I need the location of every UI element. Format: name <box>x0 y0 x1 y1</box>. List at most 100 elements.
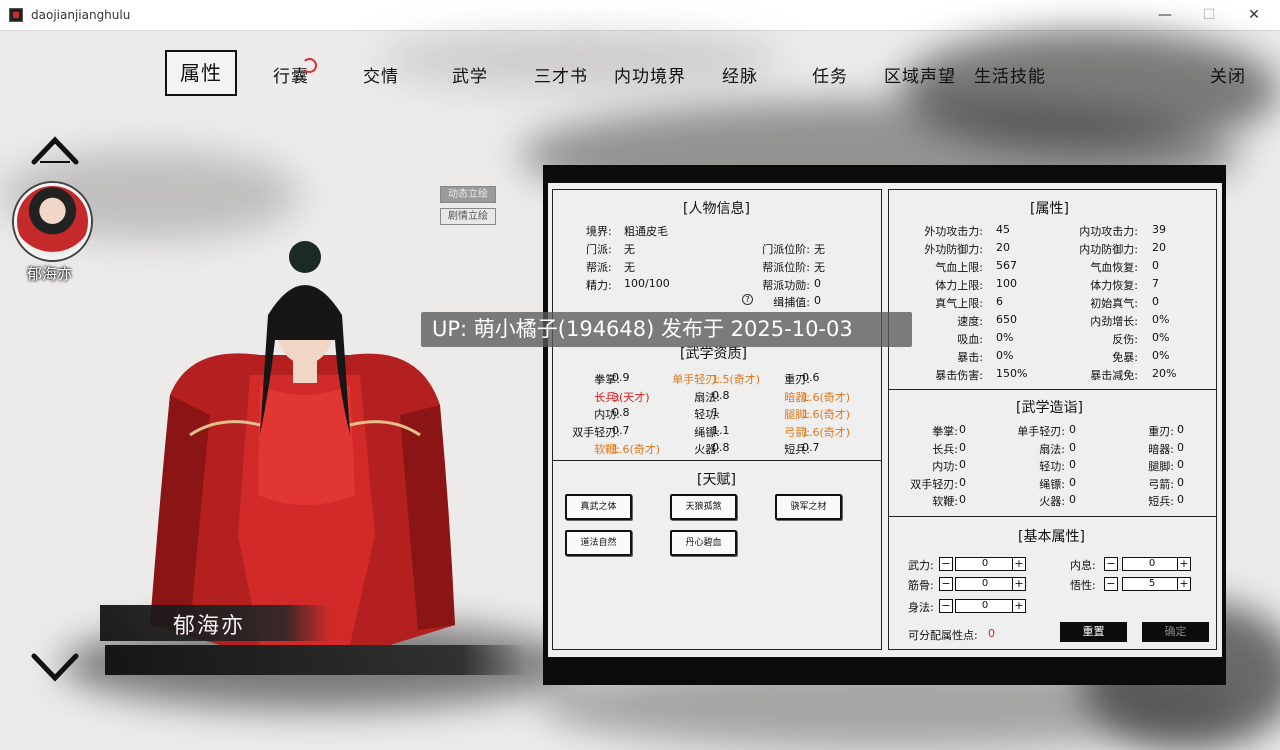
new-indicator-icon <box>302 58 317 73</box>
confirm-button[interactable]: 确定 <box>1142 622 1209 642</box>
base-title: [基本属性] <box>1018 529 1085 545</box>
divider <box>552 460 882 461</box>
attr-label: 暴击: <box>957 351 983 364</box>
aptitude-value: 0.6 <box>802 371 820 384</box>
attr-value: 100 <box>996 277 1017 290</box>
avatar-name: 郁海亦 <box>27 265 73 283</box>
shenfa-minus-button[interactable]: − <box>939 599 953 613</box>
aptitude-label: 腿脚: <box>784 408 810 422</box>
wuli-plus-button[interactable]: + <box>1012 557 1026 571</box>
aptitude-value: 0.7 <box>802 441 820 455</box>
mastery-label: 内功: <box>932 460 958 473</box>
neixi-value: 0 <box>1122 557 1182 571</box>
attr-label: 外功攻击力: <box>924 225 983 238</box>
minimize-button[interactable]: — <box>1154 5 1176 25</box>
avatar[interactable] <box>14 183 91 260</box>
aptitude-label: 短兵: <box>784 443 810 457</box>
tab-inner-realm[interactable]: 内功境界 <box>614 62 686 87</box>
aptitude-value: 1 <box>712 406 719 420</box>
shenfa-plus-button[interactable]: + <box>1012 599 1026 613</box>
attr-label: 内功攻击力: <box>1079 225 1138 238</box>
wuxing-plus-button[interactable]: + <box>1177 577 1191 591</box>
close-button[interactable]: 关闭 <box>1210 62 1246 87</box>
tab-attributes[interactable]: 属性 <box>165 50 237 96</box>
wuxing-minus-button[interactable]: − <box>1104 577 1118 591</box>
tab-meridians[interactable]: 经脉 <box>722 62 758 87</box>
aptitude-value: 1.6(奇才) <box>802 425 851 439</box>
mastery-value: 0 <box>959 493 966 506</box>
attr-value: 650 <box>996 313 1017 326</box>
reset-button[interactable]: 重置 <box>1060 622 1127 642</box>
aptitude-label: 重刃: <box>784 373 810 386</box>
talent-item[interactable]: 骁军之材 <box>775 494 842 520</box>
info-value: 0 <box>814 277 821 290</box>
talent-item[interactable]: 丹心碧血 <box>670 530 737 556</box>
tab-life-skills[interactable]: 生活技能 <box>974 62 1046 87</box>
aptitude-value: 1.6(奇才) <box>802 390 851 404</box>
divider <box>888 516 1217 517</box>
mastery-value: 0 <box>959 440 966 454</box>
aptitude-label: 长兵: <box>594 390 620 404</box>
tab-sancai-book[interactable]: 三才书 <box>534 62 588 87</box>
chevron-down-icon[interactable] <box>30 650 80 684</box>
mastery-label: 扇法: <box>1039 442 1065 456</box>
neixi-plus-button[interactable]: + <box>1177 557 1191 571</box>
aptitude-value: 0.7 <box>612 423 630 437</box>
neixi-minus-button[interactable]: − <box>1104 557 1118 571</box>
talent-item[interactable]: 天狼孤煞 <box>670 494 737 520</box>
chevron-up-icon[interactable] <box>30 134 80 168</box>
info-value: 无 <box>624 243 635 256</box>
aptitude-label: 火器: <box>694 443 720 457</box>
info-title: [人物信息] <box>683 201 750 217</box>
aptitude-value: 0.9 <box>612 371 630 384</box>
attr-value: 150% <box>996 367 1028 380</box>
jingu-minus-button[interactable]: − <box>939 577 953 591</box>
mastery-label: 暗器: <box>1148 442 1174 456</box>
mastery-value: 0 <box>1177 475 1184 489</box>
window-close-button[interactable]: ✕ <box>1243 5 1265 25</box>
mastery-title: [武学造诣] <box>1016 400 1083 416</box>
mastery-value: 0 <box>1177 423 1184 436</box>
talent-item[interactable]: 真武之体 <box>565 494 632 520</box>
info-label: 帮派: <box>586 261 612 274</box>
info-label: 境界: <box>586 225 612 238</box>
attr-label: 内劲增长: <box>1090 315 1138 328</box>
wuli-minus-button[interactable]: − <box>939 557 953 571</box>
attr-value: 0% <box>1152 331 1170 344</box>
mastery-value: 0 <box>959 475 966 489</box>
attr-label: 体力上限: <box>935 279 983 292</box>
points-value: 0 <box>988 627 995 640</box>
wuli-value: 0 <box>955 557 1015 571</box>
attr-value: 6 <box>996 295 1003 308</box>
tab-martial-arts[interactable]: 武学 <box>452 62 488 87</box>
tab-quests[interactable]: 任务 <box>812 62 848 87</box>
aptitude-value: 0.8 <box>712 388 730 402</box>
info-label: 门派位阶: <box>762 243 810 256</box>
story-portrait-button[interactable]: 剧情立绘 <box>440 208 496 225</box>
talent-item[interactable]: 道法自然 <box>565 530 632 556</box>
attr-label: 初始真气: <box>1090 297 1138 310</box>
attr-label: 暴击伤害: <box>935 369 983 382</box>
dynamic-portrait-button[interactable]: 动态立绘 <box>440 186 496 203</box>
mastery-value: 0 <box>1069 475 1076 489</box>
points-label: 可分配属性点: <box>908 629 978 642</box>
jingu-plus-button[interactable]: + <box>1012 577 1026 591</box>
wuxing-value: 5 <box>1122 577 1182 591</box>
aptitude-value: 0.8 <box>612 406 630 420</box>
aptitude-label: 双手轻刃: <box>572 425 620 439</box>
mastery-value: 0 <box>1069 440 1076 454</box>
tab-reputation[interactable]: 区域声望 <box>884 62 956 87</box>
maximize-button[interactable]: ☐ <box>1198 5 1220 25</box>
wuxing-label: 悟性: <box>1070 579 1096 592</box>
aptitude-value: 1.1 <box>712 423 730 437</box>
attr-value: 567 <box>996 259 1017 272</box>
mastery-label: 软鞭: <box>932 495 958 508</box>
neixi-label: 内息: <box>1070 559 1096 572</box>
attr-label: 真气上限: <box>935 297 983 310</box>
attr-label: 暴击减免: <box>1090 369 1138 382</box>
jingu-value: 0 <box>955 577 1015 591</box>
divider <box>888 389 1217 390</box>
tab-relations[interactable]: 交情 <box>363 62 399 87</box>
aptitude-value: 0.8 <box>712 441 730 455</box>
talent-title: [天赋] <box>697 472 736 488</box>
